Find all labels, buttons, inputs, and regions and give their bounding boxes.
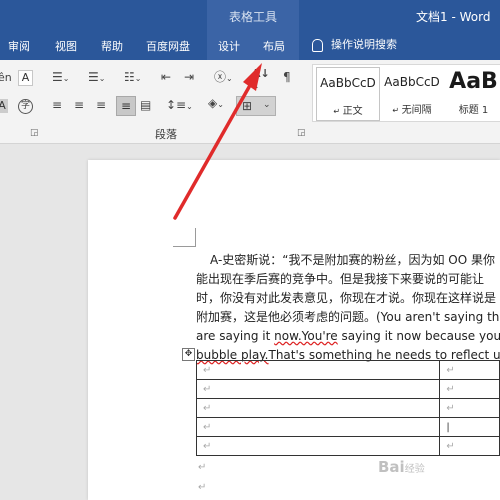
line-spacing-icon[interactable]: ↕≡⌄ <box>166 99 193 111</box>
tell-me-search[interactable]: 操作说明搜索 <box>312 36 397 52</box>
spelling-error: now.You're <box>274 329 338 343</box>
table-move-handle-icon[interactable]: ✥ <box>182 348 195 361</box>
increase-indent-icon[interactable]: ⇥ <box>184 71 194 83</box>
text-line: 附加赛，这是他必须考虑的问题。(You aren't saying this <box>196 310 500 324</box>
table-row: ↵ ↵ <box>195 398 500 418</box>
table-cell[interactable]: ↵ <box>195 417 441 437</box>
table-row: ↵ ↵ <box>195 379 500 399</box>
center-icon[interactable]: ≡ <box>74 99 84 111</box>
font-dialog-launcher-icon[interactable]: ◲ <box>30 128 39 138</box>
chevron-down-icon: ⌄ <box>263 100 271 110</box>
justify-icon[interactable]: ≡ <box>116 96 136 116</box>
style-sample: AaBbCcD <box>320 76 376 90</box>
table-cell[interactable]: ↵ <box>439 436 500 456</box>
style-name: ↵ 正文 <box>333 106 363 117</box>
paragraph-dialog-launcher-icon[interactable]: ◲ <box>297 128 306 138</box>
character-border-icon[interactable]: A <box>18 70 33 86</box>
text-line: A-史密斯说：“我不是附加赛的粉丝，因为如 OO 果你 <box>210 253 496 267</box>
style-heading-1[interactable]: AaB 标题 1 <box>446 67 500 119</box>
tab-review[interactable]: 审阅 <box>8 38 30 54</box>
paragraph-mark: ↵ <box>198 462 207 473</box>
table-row: ↵ | <box>195 417 500 437</box>
table-tools-label: 表格工具 <box>228 10 277 24</box>
decrease-indent-icon[interactable]: ⇤ <box>161 71 171 83</box>
styles-gallery: AaBbCcD ↵ 正文 AaBbCcD ↵ 无间隔 AaB 标题 1 <box>312 64 500 122</box>
table-cell[interactable]: ↵ <box>439 360 500 380</box>
multilevel-list-icon[interactable]: ☷⌄ <box>124 71 141 83</box>
tell-me-label: 操作说明搜索 <box>331 38 397 51</box>
text-line: 能出现在季后赛的竞争中。但是我接下来要说的可能让 <box>196 272 485 286</box>
tab-layout[interactable]: 布局 <box>263 38 285 54</box>
style-sample: AaB <box>449 69 498 94</box>
paragraph-mark: ↵ <box>198 482 207 493</box>
table-cell[interactable]: ↵ <box>439 379 500 399</box>
text-line: 时，你没有对此发表意见，你现在才说。你现在这样说是 <box>196 291 497 305</box>
style-name: ↵ 无间隔 <box>392 105 432 116</box>
tab-view[interactable]: 视图 <box>55 38 77 54</box>
show-marks-icon[interactable]: ¶ <box>283 71 291 83</box>
tab-help[interactable]: 帮助 <box>101 38 123 54</box>
align-left-icon[interactable]: ≡ <box>52 99 62 111</box>
table-cell[interactable]: ↵ <box>439 398 500 418</box>
shading-icon[interactable]: ◈⌄ <box>208 97 224 109</box>
text-line: are saying it now.You're saying it now b… <box>196 329 500 343</box>
tab-design[interactable]: 设计 <box>218 38 240 54</box>
paragraph-group-label: 段落 <box>155 128 177 141</box>
chinese-layout-icon[interactable]: ⓧ⌄ <box>214 71 233 83</box>
numbering-icon[interactable]: ☰⌄ <box>88 71 105 83</box>
tab-baidu-netdisk[interactable]: 百度网盘 <box>146 38 190 54</box>
table-cell[interactable]: ↵ <box>195 436 441 456</box>
document-paragraph[interactable]: A-史密斯说：“我不是附加赛的粉丝，因为如 OO 果你 能出现在季后赛的竞争中。… <box>196 251 500 365</box>
table-row: ↵ ↵ <box>195 360 500 380</box>
table-cell[interactable]: ↵ <box>195 398 441 418</box>
align-right-icon[interactable]: ≡ <box>96 99 106 111</box>
font-size-icon[interactable]: ên <box>0 72 12 83</box>
distributed-icon[interactable]: ▤ <box>140 99 151 111</box>
table-cell[interactable]: | <box>439 417 500 437</box>
document-table[interactable]: ↵ ↵ ↵ ↵ ↵ ↵ ↵ | ↵ ↵ <box>195 360 500 456</box>
style-sample: AaBbCcD <box>384 75 440 89</box>
table-cell[interactable]: ↵ <box>195 379 441 399</box>
margin-crop-mark <box>173 228 196 247</box>
table-cell[interactable]: ↵ <box>195 360 441 380</box>
style-normal[interactable]: AaBbCcD ↵ 正文 <box>316 67 380 121</box>
sort-icon[interactable]: A↓ Z <box>252 68 270 90</box>
lightbulb-icon <box>312 38 323 52</box>
bullets-icon[interactable]: ☰⌄ <box>52 71 69 83</box>
enclose-characters-icon[interactable]: 字 <box>18 99 33 114</box>
document-title: 文档1 - Word <box>416 10 491 24</box>
watermark-logo: Bai经验 <box>378 458 425 476</box>
table-row: ↵ ↵ <box>195 436 500 456</box>
borders-button[interactable]: ⊞ ⌄ <box>236 96 276 116</box>
style-name: 标题 1 <box>458 105 489 116</box>
character-shading-icon[interactable]: A <box>0 99 8 113</box>
borders-icon: ⊞ <box>242 99 253 113</box>
style-no-spacing[interactable]: AaBbCcD ↵ 无间隔 <box>381 67 443 119</box>
